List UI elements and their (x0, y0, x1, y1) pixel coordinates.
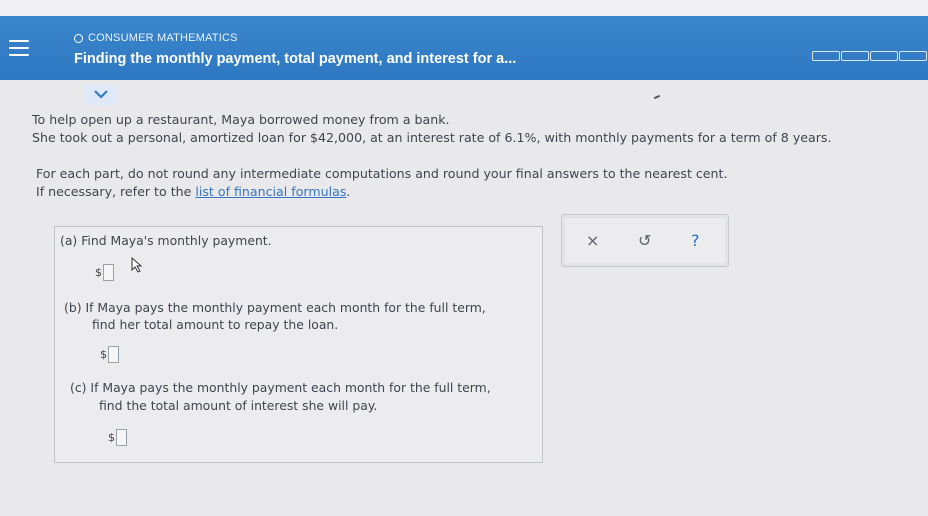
topic-circle-icon (74, 33, 83, 43)
part-a-answer: $ (95, 264, 114, 281)
instruction-line-1: For each part, do not round any intermed… (36, 166, 728, 181)
part-b-answer: $ (100, 346, 119, 363)
collapse-toggle[interactable] (84, 85, 118, 105)
undo-icon[interactable]: ↺ (638, 231, 651, 250)
part-b-line-1: (b) If Maya pays the monthly payment eac… (64, 300, 486, 315)
x-icon[interactable]: × (586, 231, 599, 250)
currency-symbol: $ (95, 266, 102, 279)
financial-formulas-link[interactable]: list of financial formulas (195, 184, 346, 199)
currency-symbol: $ (100, 348, 107, 361)
part-c-input[interactable] (116, 429, 127, 446)
part-c-line-2: find the total amount of interest she wi… (99, 398, 378, 413)
page-title: Finding the monthly payment, total payme… (74, 51, 517, 67)
part-a-input[interactable] (103, 264, 114, 281)
menu-icon[interactable] (9, 40, 29, 61)
mouse-cursor-icon (131, 257, 143, 273)
help-icon[interactable]: ? (691, 231, 700, 250)
problem-line-2: She took out a personal, amortized loan … (32, 130, 832, 145)
part-b-line-2: find her total amount to repay the loan. (92, 317, 339, 332)
answer-toolbar: × ↺ ? (561, 214, 729, 267)
chevron-down-icon (94, 90, 108, 99)
part-b-input[interactable] (108, 346, 119, 363)
stray-mark (653, 94, 661, 100)
header-bar: CONSUMER MATHEMATICS Finding the monthly… (0, 16, 928, 80)
problem-line-1: To help open up a restaurant, Maya borro… (32, 112, 450, 127)
currency-symbol: $ (108, 431, 115, 444)
browser-top-strip (0, 0, 928, 16)
topic-text: CONSUMER MATHEMATICS (88, 32, 238, 44)
answer-box (54, 226, 543, 463)
instruction-line-2: If necessary, refer to the list of finan… (36, 184, 351, 199)
part-c-line-1: (c) If Maya pays the monthly payment eac… (70, 380, 491, 395)
topic-label: CONSUMER MATHEMATICS (74, 32, 238, 44)
progress-indicator (812, 51, 928, 61)
part-a-label: (a) Find Maya's monthly payment. (60, 233, 272, 248)
part-c-answer: $ (108, 429, 127, 446)
